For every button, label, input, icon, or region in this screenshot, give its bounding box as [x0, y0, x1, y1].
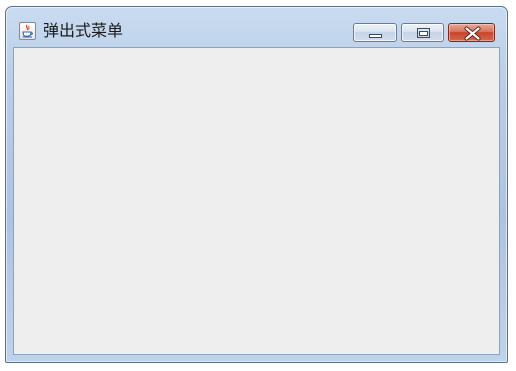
app-window: 弹出式菜单	[5, 6, 508, 363]
close-icon	[464, 26, 481, 41]
title-bar[interactable]: 弹出式菜单	[6, 7, 507, 47]
minimize-button[interactable]	[353, 23, 397, 42]
minimize-icon	[369, 34, 382, 38]
java-app-icon[interactable]	[19, 22, 36, 40]
close-button[interactable]	[448, 23, 495, 42]
maximize-icon	[417, 28, 430, 38]
content-area[interactable]	[13, 47, 500, 355]
window-title: 弹出式菜单	[43, 21, 124, 40]
maximize-button[interactable]	[401, 23, 444, 42]
